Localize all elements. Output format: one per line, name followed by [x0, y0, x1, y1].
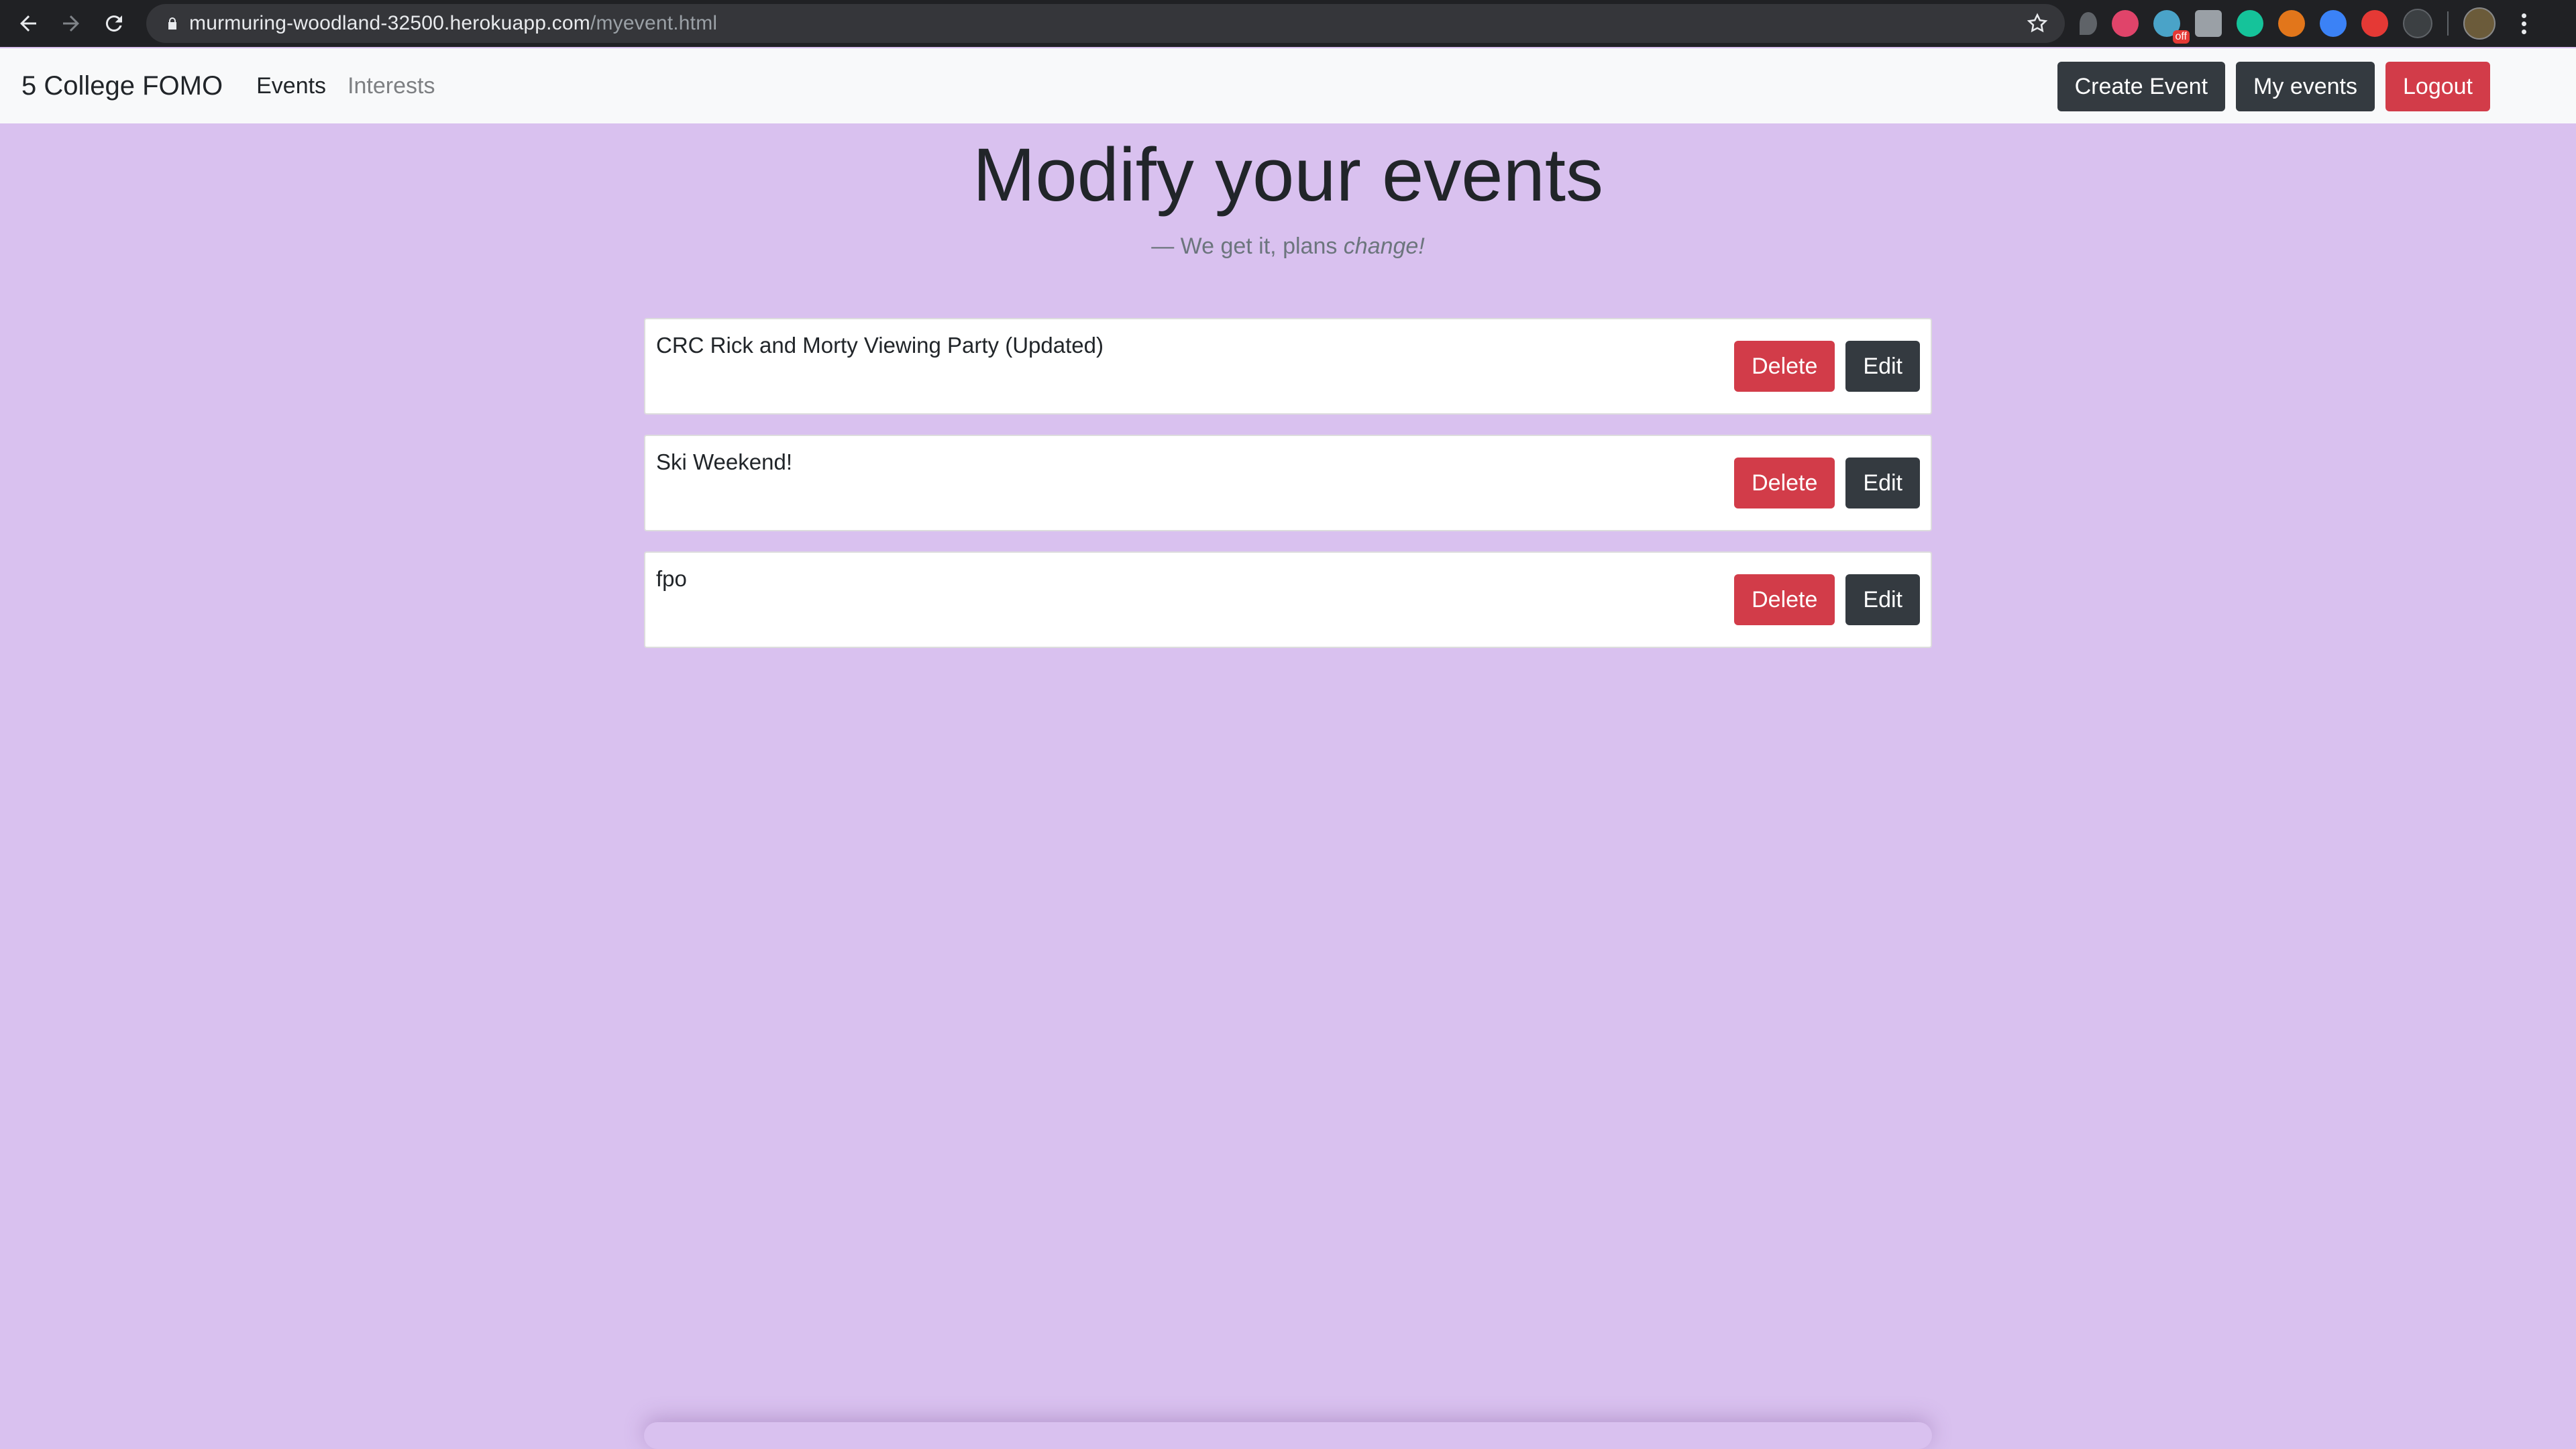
extension-circle-icon[interactable] — [2403, 9, 2432, 38]
toolbar-divider — [2447, 11, 2449, 36]
brand-logo[interactable]: 5 College FOMO — [21, 71, 223, 101]
back-icon[interactable] — [7, 2, 50, 45]
event-title: CRC Rick and Morty Viewing Party (Update… — [656, 333, 1104, 358]
footer-shadow — [644, 1422, 1932, 1449]
edit-event-button[interactable]: Edit — [1845, 458, 1920, 508]
app-navbar: 5 College FOMO Events Interests Create E… — [0, 48, 2576, 123]
metamask-fox-icon[interactable] — [2278, 10, 2305, 37]
event-actions: Delete Edit — [1734, 341, 1920, 392]
grammarly-icon[interactable] — [2237, 10, 2263, 37]
event-card: Ski Weekend! Delete Edit — [644, 435, 1932, 531]
extension-k-icon[interactable] — [2195, 10, 2222, 37]
extension-off-icon[interactable]: off — [2153, 10, 2190, 44]
location-pin-icon[interactable] — [2080, 12, 2097, 35]
url-path: /myevent.html — [590, 12, 718, 34]
nav-link-interests[interactable]: Interests — [347, 73, 435, 99]
browser-toolbar: murmuring-woodland-32500.herokuapp.com/m… — [0, 0, 2576, 47]
event-title: fpo — [656, 566, 687, 591]
extension-t-icon[interactable] — [2112, 10, 2139, 37]
event-title: Ski Weekend! — [656, 449, 792, 474]
bookmark-star-icon[interactable] — [2026, 12, 2049, 35]
reload-icon[interactable] — [93, 2, 136, 45]
delete-event-button[interactable]: Delete — [1734, 458, 1835, 508]
lock-icon — [156, 4, 189, 43]
delete-event-button[interactable]: Delete — [1734, 574, 1835, 625]
menu-kebab-icon[interactable] — [2510, 10, 2537, 37]
logout-button[interactable]: Logout — [2385, 62, 2490, 111]
edit-event-button[interactable]: Edit — [1845, 574, 1920, 625]
extension-badge: off — [2172, 30, 2190, 44]
event-card: CRC Rick and Morty Viewing Party (Update… — [644, 318, 1932, 415]
subtitle-emphasis: change! — [1343, 233, 1425, 259]
address-bar[interactable]: murmuring-woodland-32500.herokuapp.com/m… — [146, 4, 2065, 43]
event-card: fpo Delete Edit — [644, 551, 1932, 648]
forward-icon[interactable] — [50, 2, 93, 45]
url-text: murmuring-woodland-32500.herokuapp.com/m… — [189, 12, 717, 35]
subtitle-text: — We get it, plans — [1151, 233, 1344, 259]
nav-link-events[interactable]: Events — [256, 73, 326, 99]
url-host: murmuring-woodland-32500.herokuapp.com — [189, 12, 590, 34]
profile-avatar[interactable] — [2463, 7, 2496, 40]
extension-lock-icon[interactable] — [2320, 10, 2347, 37]
my-events-button[interactable]: My events — [2236, 62, 2375, 111]
create-event-button[interactable]: Create Event — [2057, 62, 2226, 111]
edit-event-button[interactable]: Edit — [1845, 341, 1920, 392]
event-actions: Delete Edit — [1734, 458, 1920, 508]
event-actions: Delete Edit — [1734, 574, 1920, 625]
navbar-actions: Create Event My events Logout — [2057, 62, 2490, 111]
extensions-area: off — [2080, 0, 2537, 47]
page-title: Modify your events — [973, 133, 1603, 217]
delete-event-button[interactable]: Delete — [1734, 341, 1835, 392]
extension-hand-icon[interactable] — [2361, 10, 2388, 37]
event-list: CRC Rick and Morty Viewing Party (Update… — [644, 318, 1932, 668]
page-subtitle: — We get it, plans change! — [0, 233, 2576, 260]
